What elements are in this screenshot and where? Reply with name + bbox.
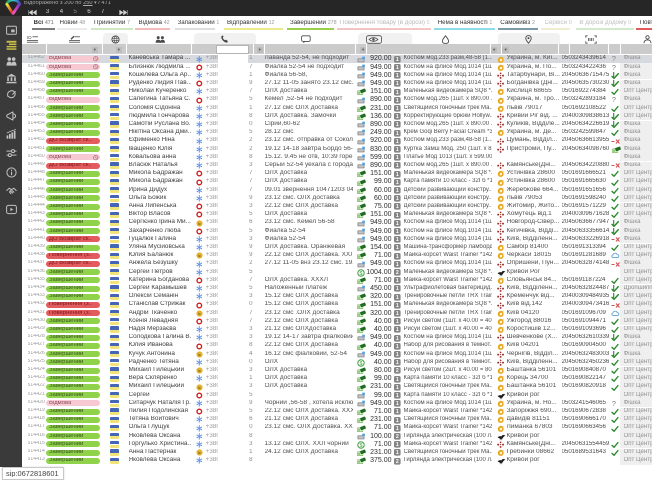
svg-text:1: 1 bbox=[396, 90, 399, 96]
svg-text:1: 1 bbox=[396, 401, 399, 407]
svg-text:1: 1 bbox=[396, 426, 399, 432]
svg-text:2: 2 bbox=[396, 270, 399, 276]
svg-text:lc: lc bbox=[198, 221, 201, 226]
svg-text:lc: lc bbox=[198, 368, 201, 373]
svg-text:1: 1 bbox=[396, 204, 399, 210]
svg-text:1: 1 bbox=[396, 147, 399, 153]
svg-text:1: 1 bbox=[396, 319, 399, 325]
svg-text:1: 1 bbox=[396, 163, 399, 169]
svg-text:1: 1 bbox=[396, 393, 399, 399]
svg-text:1: 1 bbox=[396, 303, 399, 309]
svg-text:1: 1 bbox=[396, 73, 399, 79]
svg-text:1: 1 bbox=[396, 196, 399, 202]
svg-text:1: 1 bbox=[396, 262, 399, 268]
svg-text:1: 1 bbox=[396, 336, 399, 342]
svg-text:1: 1 bbox=[396, 278, 399, 284]
svg-text:1: 1 bbox=[396, 188, 399, 194]
svg-text:1: 1 bbox=[396, 295, 399, 301]
svg-text:1: 1 bbox=[396, 377, 399, 383]
svg-text:lc: lc bbox=[198, 352, 201, 357]
svg-text:1: 1 bbox=[396, 385, 399, 391]
svg-text:1: 1 bbox=[396, 286, 399, 292]
svg-text:2: 2 bbox=[396, 368, 399, 374]
svg-text:1: 1 bbox=[396, 98, 399, 104]
svg-text:lc: lc bbox=[198, 385, 201, 390]
svg-text:lc: lc bbox=[198, 254, 201, 259]
svg-text:1: 1 bbox=[396, 418, 399, 424]
svg-text:1: 1 bbox=[396, 344, 399, 350]
svg-text:1: 1 bbox=[396, 360, 399, 366]
svg-text:1: 1 bbox=[396, 139, 399, 145]
svg-text:1: 1 bbox=[396, 131, 399, 137]
svg-text:1: 1 bbox=[396, 237, 399, 243]
svg-text:lc: lc bbox=[198, 311, 201, 316]
svg-text:1: 1 bbox=[396, 65, 399, 71]
svg-text:1: 1 bbox=[396, 409, 399, 415]
svg-text:1: 1 bbox=[396, 57, 399, 63]
svg-text:1: 1 bbox=[396, 114, 399, 120]
svg-text:1: 1 bbox=[396, 221, 399, 227]
svg-text:1: 1 bbox=[396, 442, 399, 448]
svg-text:1: 1 bbox=[396, 213, 399, 219]
svg-text:1: 1 bbox=[396, 180, 399, 186]
svg-text:1: 1 bbox=[396, 254, 399, 260]
svg-text:1: 1 bbox=[396, 311, 399, 317]
svg-text:1: 1 bbox=[396, 327, 399, 333]
svg-text:1: 1 bbox=[396, 155, 399, 161]
svg-text:1: 1 bbox=[396, 229, 399, 235]
svg-text:1: 1 bbox=[396, 122, 399, 128]
svg-text:lc: lc bbox=[198, 450, 201, 455]
svg-text:2: 2 bbox=[396, 434, 399, 440]
svg-text:1: 1 bbox=[396, 172, 399, 178]
svg-text:1: 1 bbox=[396, 245, 399, 251]
svg-text:1: 1 bbox=[396, 450, 399, 456]
svg-text:1: 1 bbox=[396, 81, 399, 87]
svg-text:1: 1 bbox=[396, 106, 399, 112]
svg-text:1: 1 bbox=[396, 352, 399, 358]
svg-text:ID: ID bbox=[27, 35, 32, 40]
svg-text:2: 2 bbox=[396, 459, 399, 465]
